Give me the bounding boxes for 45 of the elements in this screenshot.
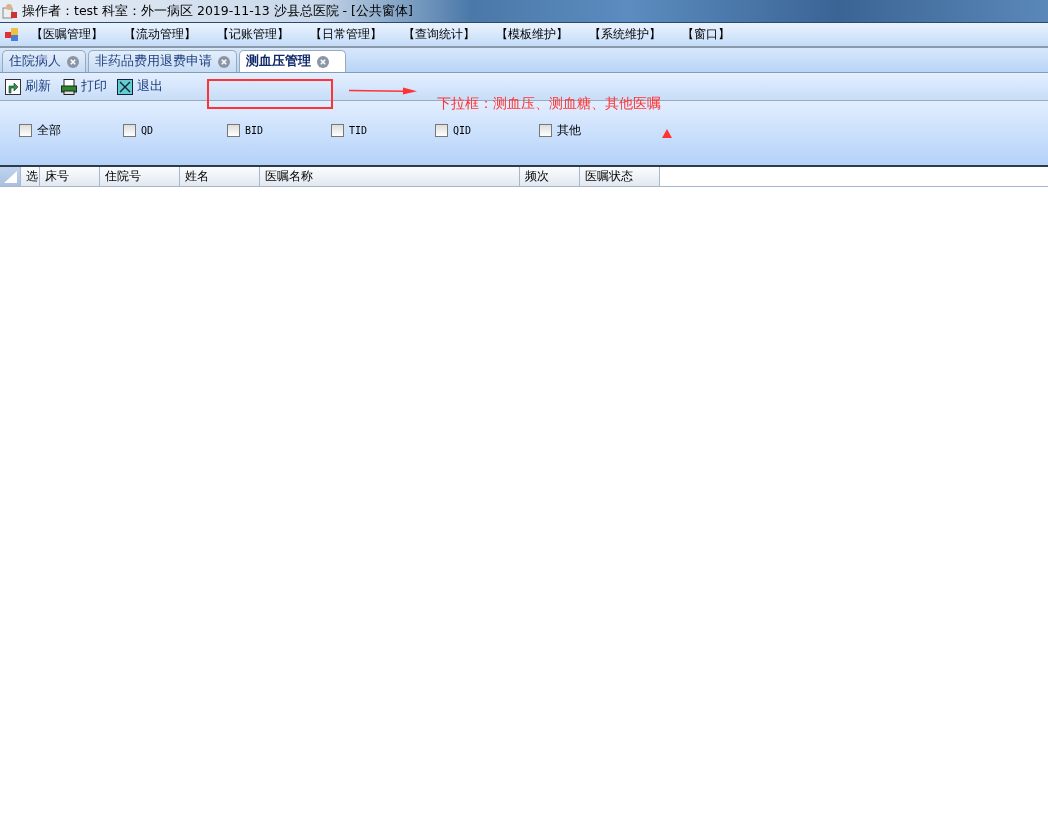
close-icon[interactable] bbox=[67, 55, 79, 68]
tab[interactable]: 住院病人 bbox=[2, 50, 86, 72]
menu-item[interactable]: 【模板维护】 bbox=[496, 26, 589, 43]
annotation-arrow bbox=[349, 87, 417, 95]
grid-icon[interactable] bbox=[5, 27, 19, 42]
menu-item[interactable]: 【记账管理】 bbox=[217, 26, 310, 43]
menu-item[interactable]: 【医嘱管理】 bbox=[31, 26, 124, 43]
column-header[interactable]: 床号 bbox=[40, 167, 100, 186]
exit-icon bbox=[117, 78, 133, 95]
printer-icon bbox=[61, 78, 77, 95]
checkbox-label: BID bbox=[245, 124, 264, 136]
checkbox-label: QD bbox=[141, 124, 154, 136]
menu-item[interactable]: 【日常管理】 bbox=[310, 26, 403, 43]
column-header[interactable]: 住院号 bbox=[100, 167, 180, 186]
close-icon[interactable] bbox=[317, 55, 329, 68]
checkbox-label: QID bbox=[453, 124, 472, 136]
checkbox-label: 全部 bbox=[37, 121, 61, 139]
triangle-marker bbox=[662, 129, 672, 138]
window-title: 操作者：test 科室：外一病区 2019-11-13 沙县总医院 - [公共窗体] bbox=[22, 2, 413, 20]
column-header[interactable]: 姓名 bbox=[180, 167, 260, 186]
menu-item[interactable]: 【窗口】 bbox=[682, 26, 775, 43]
checkbox[interactable] bbox=[331, 123, 344, 137]
menu-item[interactable]: 【系统维护】 bbox=[589, 26, 682, 43]
annotation-text: 下拉框：测血压、测血糖、其他医嘱 bbox=[437, 95, 661, 113]
menu-item[interactable]: 【查询统计】 bbox=[403, 26, 496, 43]
toolbar-button[interactable]: 刷新 bbox=[3, 78, 53, 95]
app-icon bbox=[2, 3, 18, 19]
column-header[interactable]: 医嘱状态 bbox=[580, 167, 660, 186]
checkbox[interactable] bbox=[435, 123, 448, 137]
column-header[interactable]: 选 bbox=[21, 167, 40, 186]
checkbox[interactable] bbox=[227, 123, 240, 137]
close-icon[interactable] bbox=[218, 55, 230, 68]
checkbox[interactable] bbox=[123, 123, 136, 137]
checkbox-label: 其他 bbox=[557, 121, 581, 139]
toolbar-button[interactable]: 退出 bbox=[115, 78, 165, 95]
tab[interactable]: 非药品费用退费申请 bbox=[88, 50, 237, 72]
column-header[interactable]: 医嘱名称 bbox=[260, 167, 520, 186]
column-header[interactable]: 频次 bbox=[520, 167, 580, 186]
tab[interactable]: 测血压管理 bbox=[239, 50, 346, 72]
checkbox[interactable] bbox=[19, 123, 32, 137]
toolbar-button[interactable]: 打印 bbox=[59, 78, 109, 95]
refresh-icon bbox=[5, 78, 21, 95]
checkbox-label: TID bbox=[349, 124, 368, 136]
menu-item[interactable]: 【流动管理】 bbox=[124, 26, 217, 43]
checkbox[interactable] bbox=[539, 123, 552, 137]
